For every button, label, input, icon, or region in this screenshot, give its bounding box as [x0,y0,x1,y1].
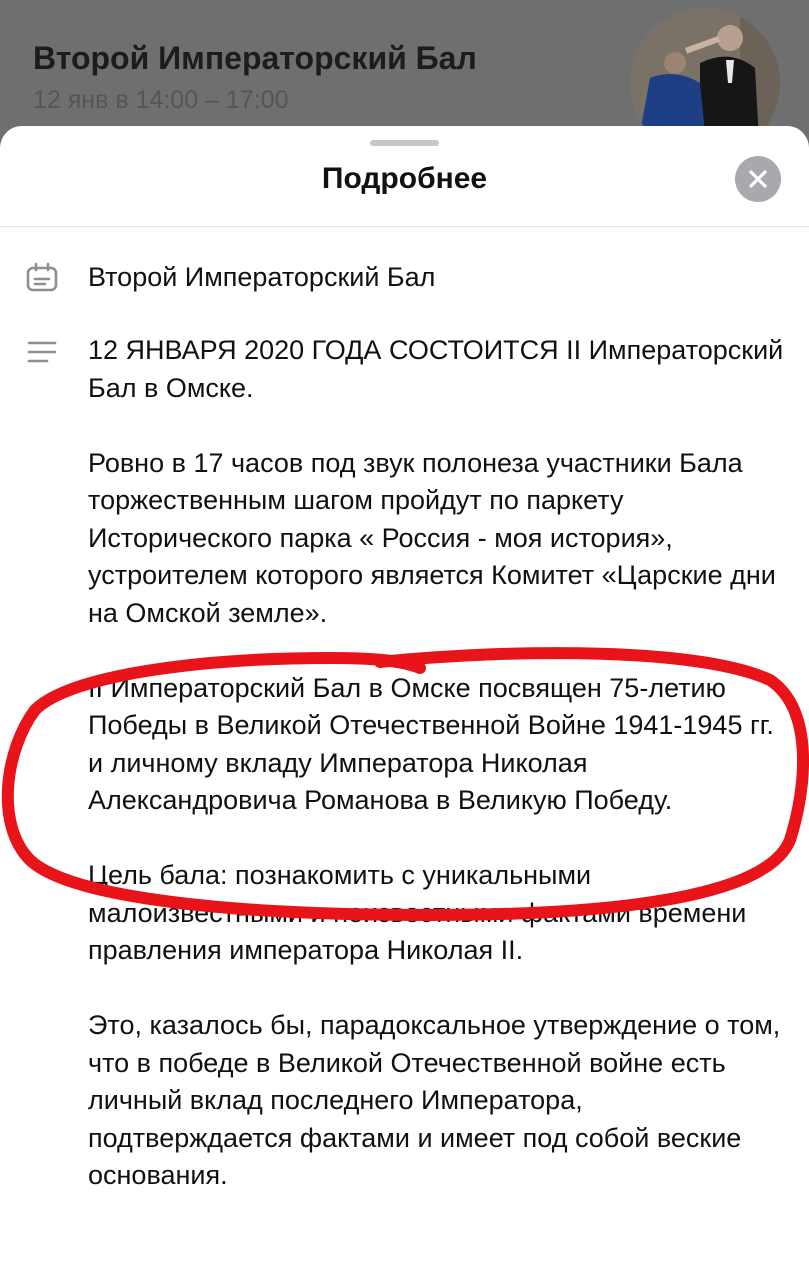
event-header-title: Второй Императорский Бал [33,40,477,76]
sheet-grabber[interactable] [370,140,439,146]
text-lines-icon [24,334,60,375]
details-sheet: Подробнее Второй Императорский Бал 12 ЯН… [0,126,809,1280]
description-paragraph: Ровно в 17 часов под звук полонеза участ… [88,447,776,628]
event-description: 12 ЯНВАРЯ 2020 ГОДА СОСТОИТСЯ II Императ… [88,332,788,1232]
description-paragraph: Это, казалось бы, парадоксальное утвержд… [88,1010,781,1190]
event-header-background: Второй Императорский Бал 12 янв в 14:00 … [0,0,809,158]
description-paragraph: II Императорский Бал в Омске посвящен 75… [88,672,774,816]
event-name: Второй Императорский Бал [88,262,436,292]
description-paragraph: Цель бала: познакомить с уникальными мал… [88,860,747,965]
close-button[interactable] [735,156,781,202]
close-icon [749,170,767,188]
sheet-title: Подробнее [321,162,488,195]
description-paragraph: 12 ЯНВАРЯ 2020 ГОДА СОСТОИТСЯ II Императ… [88,335,784,403]
calendar-event-icon [24,260,60,301]
event-header-date: 12 янв в 14:00 – 17:00 [33,86,289,114]
sheet-divider [0,226,809,227]
